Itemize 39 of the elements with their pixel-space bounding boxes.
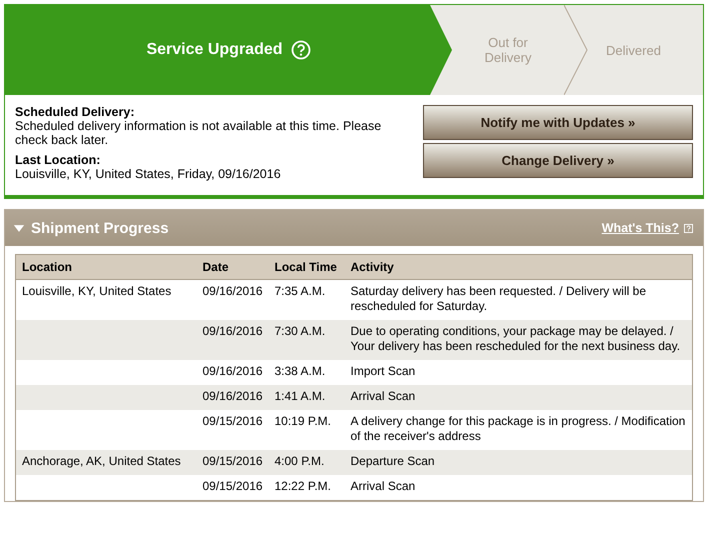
table-cell: 3:38 A.M. [274,364,326,378]
step-label: Delivered [606,42,661,58]
table-cell: Anchorage, AK, United States [22,454,181,468]
table-cell: Import Scan [350,364,416,378]
action-button[interactable]: Notify me with Updates » [423,105,693,140]
last-location-text: Louisville, KY, United States, Friday, 09/16/2016 [15,167,282,181]
table-cell: 4:00 P.M. [274,454,324,468]
column-header: Local Time [268,254,344,280]
table-cell: Due to operating conditions, your package may be delayed. / Your delivery has been rescheduled for the next business day. [350,324,680,353]
column-header: Activity [344,254,692,280]
scheduled-delivery-text: Scheduled delivery information is not available at this time. Please check back later. [15,119,382,147]
step-label: Service Upgraded [146,41,283,59]
table-cell: 09/15/2016 [202,414,263,428]
step-label: Out for Delivery [484,35,532,65]
table-cell: 10:19 P.M. [274,414,331,428]
column-header: Date [196,254,268,280]
table-cell: 1:41 A.M. [274,389,326,403]
table-cell: 09/16/2016 [202,284,263,298]
table-cell: Louisville, KY, United States [22,284,172,298]
help-icon[interactable] [290,40,311,60]
table-cell: 09/16/2016 [202,389,263,403]
table-cell: Saturday delivery has been requested. / Delivery will be rescheduled for Saturday. [350,284,646,313]
table-cell: 12:22 P.M. [274,479,331,493]
column-header: Location [16,254,196,280]
table-cell: 09/15/2016 [202,479,263,493]
table-cell: Arrival Scan [350,479,416,493]
expand-icon[interactable] [13,224,25,232]
action-button[interactable]: Change Delivery » [423,143,693,178]
table-cell: 7:35 A.M. [274,284,326,298]
table-cell: Arrival Scan [350,389,416,403]
field-label: Last Location: [15,153,102,167]
table-cell: 09/15/2016 [202,454,263,468]
table-cell: 09/16/2016 [202,324,263,338]
table-cell: 7:30 A.M. [274,324,326,338]
table-cell: Departure Scan [350,454,435,468]
table-cell: A delivery change for this package is in progress. / Modification of the receiver's address [350,414,686,443]
field-label: Scheduled Delivery: [15,105,136,119]
table-cell: 09/16/2016 [202,364,263,378]
help-icon[interactable] [684,224,693,232]
